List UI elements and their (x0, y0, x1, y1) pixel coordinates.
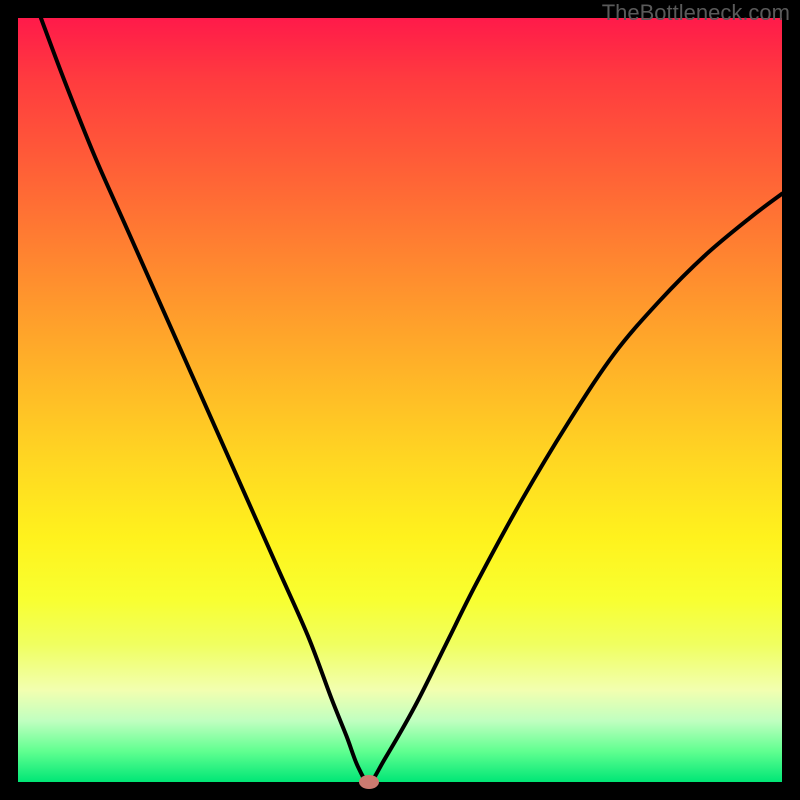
watermark-text: TheBottleneck.com (602, 0, 790, 26)
chart-container: TheBottleneck.com (0, 0, 800, 800)
minimum-marker (359, 775, 379, 789)
plot-area (18, 18, 782, 782)
bottleneck-curve (41, 18, 782, 782)
curve-svg (18, 18, 782, 782)
